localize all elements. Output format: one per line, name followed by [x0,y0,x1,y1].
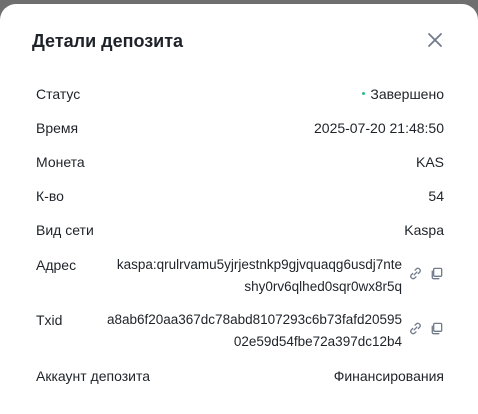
address-label: Адрес [36,257,77,273]
status-value: Завершено [362,83,444,105]
status-text: Завершено [370,86,444,102]
time-value: 2025-07-20 21:48:50 [314,120,444,136]
close-button[interactable] [424,29,446,51]
address-value[interactable]: kaspa:qrulrvamu5yjrjestnkp9gjvquaqg6usdj… [92,254,402,298]
status-dot [362,91,366,95]
coin-value: KAS [415,154,444,170]
amount-value: 54 [428,188,444,204]
modal-title: Детали депозита [32,31,184,51]
deposit-details-modal: Детали депозита Статус Завершено Время 2… [0,4,478,414]
txid-actions [408,321,444,336]
txid-line-1: a8ab6f20aa367dc78abd8107293c6b73fafd2059… [106,312,402,327]
time-label: Время [36,120,79,136]
address-line-2: shy0rv6qlhed0sqr0wx8r5q [244,279,402,294]
account-value: Финансирования [333,368,444,384]
network-label: Вид сети [36,222,94,238]
amount-label: К-во [36,188,64,204]
coin-label: Монета [36,154,85,170]
address-actions [408,266,444,281]
copy-icon[interactable] [429,266,444,281]
account-label: Аккаунт депозита [36,368,151,384]
copy-icon[interactable] [429,321,444,336]
network-value: Kaspa [404,222,444,238]
link-icon[interactable] [408,321,423,336]
address-line-1: kaspa:qrulrvamu5yjrjestnkp9gjvquaqg6usdj… [116,257,402,272]
txid-value[interactable]: a8ab6f20aa367dc78abd8107293c6b73fafd2059… [84,309,402,353]
txid-line-2: 02e59d54fbe72a397dc12b4 [233,334,402,349]
txid-label: Txid [36,312,63,328]
link-icon[interactable] [408,266,423,281]
close-icon [428,33,442,47]
address-row: Адрес kaspa:qrulrvamu5yjrjestnkp9gjvquaq… [36,254,444,298]
status-label: Статус [36,86,81,102]
txid-row: Txid a8ab6f20aa367dc78abd8107293c6b73faf… [36,309,444,353]
